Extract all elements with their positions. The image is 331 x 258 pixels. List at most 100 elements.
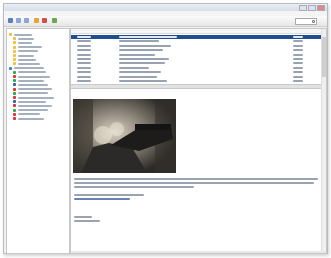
- folder-tree-item[interactable]: [13, 117, 44, 120]
- folder-tree-item[interactable]: [13, 45, 42, 49]
- app-window: [3, 3, 328, 254]
- scrollbar-thumb[interactable]: [322, 37, 326, 77]
- message-cell: [77, 66, 91, 69]
- message-cell: [119, 66, 149, 69]
- folder-tree-item[interactable]: [13, 70, 46, 74]
- folder-tree-label: [18, 41, 32, 44]
- vertical-scrollbar[interactable]: [321, 29, 326, 253]
- feed-icon: [13, 87, 16, 91]
- feed-icon: [13, 112, 16, 116]
- folder-tree-item[interactable]: [13, 96, 54, 99]
- folder-tree-label: [18, 109, 48, 112]
- folder-tree-item[interactable]: [13, 83, 48, 87]
- folder-tree-label: [18, 50, 38, 53]
- message-cell: [77, 53, 91, 56]
- folder-tree-item[interactable]: [13, 62, 40, 66]
- folder-tree-item[interactable]: [13, 79, 44, 83]
- message-cell: [77, 71, 91, 74]
- folder-tree-label: [18, 54, 34, 57]
- folder-tree-label: [18, 71, 46, 74]
- message-cell: [293, 44, 303, 47]
- message-row[interactable]: [71, 48, 326, 52]
- folder-tree-label: [18, 37, 34, 40]
- folder-tree-label: [18, 88, 52, 91]
- folder-tree-label: [18, 79, 44, 82]
- forward-icon[interactable]: [24, 18, 29, 23]
- folder-tree-item[interactable]: [13, 108, 48, 112]
- folder-tree-item[interactable]: [13, 41, 32, 45]
- message-row[interactable]: [71, 53, 326, 57]
- message-cell: [293, 36, 303, 38]
- message-cell: [77, 49, 91, 52]
- folder-tree: [6, 28, 70, 254]
- message-row[interactable]: [71, 75, 326, 79]
- folder-tree-item[interactable]: [13, 37, 34, 41]
- article-text-line: [74, 220, 100, 222]
- folder-tree-label: [18, 100, 46, 103]
- folder-tree-item[interactable]: [13, 104, 52, 108]
- folder-tree-label: [18, 83, 48, 86]
- message-row[interactable]: [71, 61, 326, 65]
- message-cell: [77, 62, 91, 65]
- folder-tree-item[interactable]: [13, 87, 52, 91]
- folder-tree-item[interactable]: [13, 100, 46, 104]
- folder-tree-item[interactable]: [13, 112, 40, 116]
- status-bar: [71, 251, 326, 253]
- game-screenshot-image: [73, 99, 176, 173]
- message-row[interactable]: [71, 39, 326, 43]
- message-cell: [77, 80, 91, 82]
- back-icon[interactable]: [16, 18, 21, 23]
- feed-icon: [13, 96, 16, 99]
- message-cell: [119, 44, 171, 47]
- message-row[interactable]: [71, 44, 326, 48]
- folder-icon: [13, 45, 16, 49]
- folder-tree-label: [18, 113, 40, 116]
- new-icon[interactable]: [8, 18, 13, 23]
- folder-tree-item[interactable]: [9, 66, 44, 70]
- message-cell: [293, 58, 303, 60]
- message-row[interactable]: [71, 79, 326, 83]
- message-cell: [77, 44, 91, 47]
- feed-icon: [13, 75, 16, 78]
- folder-tree-label: [18, 117, 44, 120]
- title-bar: [4, 4, 327, 11]
- message-cell: [293, 66, 303, 69]
- message-row[interactable]: [71, 35, 326, 39]
- toolbar: [4, 16, 327, 27]
- folder-tree-item[interactable]: [9, 33, 32, 36]
- message-row[interactable]: [71, 66, 326, 70]
- message-cell: [77, 40, 91, 43]
- article-text-line: [74, 178, 318, 180]
- folder-tree-item[interactable]: [13, 49, 38, 53]
- folder-tree-label: [14, 67, 44, 70]
- preview-image: [73, 99, 176, 173]
- folder-tree-item[interactable]: [13, 54, 34, 57]
- search-icon: [312, 20, 315, 23]
- message-cell: [77, 75, 91, 78]
- message-row[interactable]: [71, 70, 326, 74]
- pane-splitter[interactable]: [71, 84, 326, 89]
- article-link[interactable]: [74, 198, 130, 200]
- feed-icon: [13, 70, 16, 74]
- feed-icon: [13, 91, 16, 95]
- article-text-line: [74, 216, 92, 218]
- article-text-line: [74, 194, 144, 196]
- folder-tree-label: [18, 46, 42, 49]
- folder-tree-label: [18, 75, 50, 78]
- folder-icon: [13, 54, 16, 57]
- message-row[interactable]: [71, 57, 326, 61]
- refresh-icon[interactable]: [34, 18, 39, 23]
- folder-tree-item[interactable]: [13, 75, 50, 78]
- folder-tree-label: [18, 96, 54, 99]
- mark-read-icon[interactable]: [52, 18, 57, 23]
- folder-icon: [13, 41, 16, 45]
- search-input[interactable]: [295, 18, 317, 25]
- folder-tree-label: [18, 62, 40, 65]
- feed-icon: [13, 117, 16, 120]
- folder-tree-item[interactable]: [13, 58, 36, 62]
- message-cell: [119, 80, 167, 82]
- folder-icon: [9, 33, 12, 36]
- folder-tree-item[interactable]: [13, 91, 48, 95]
- folder-tree-label: [18, 104, 52, 107]
- delete-icon[interactable]: [42, 18, 47, 23]
